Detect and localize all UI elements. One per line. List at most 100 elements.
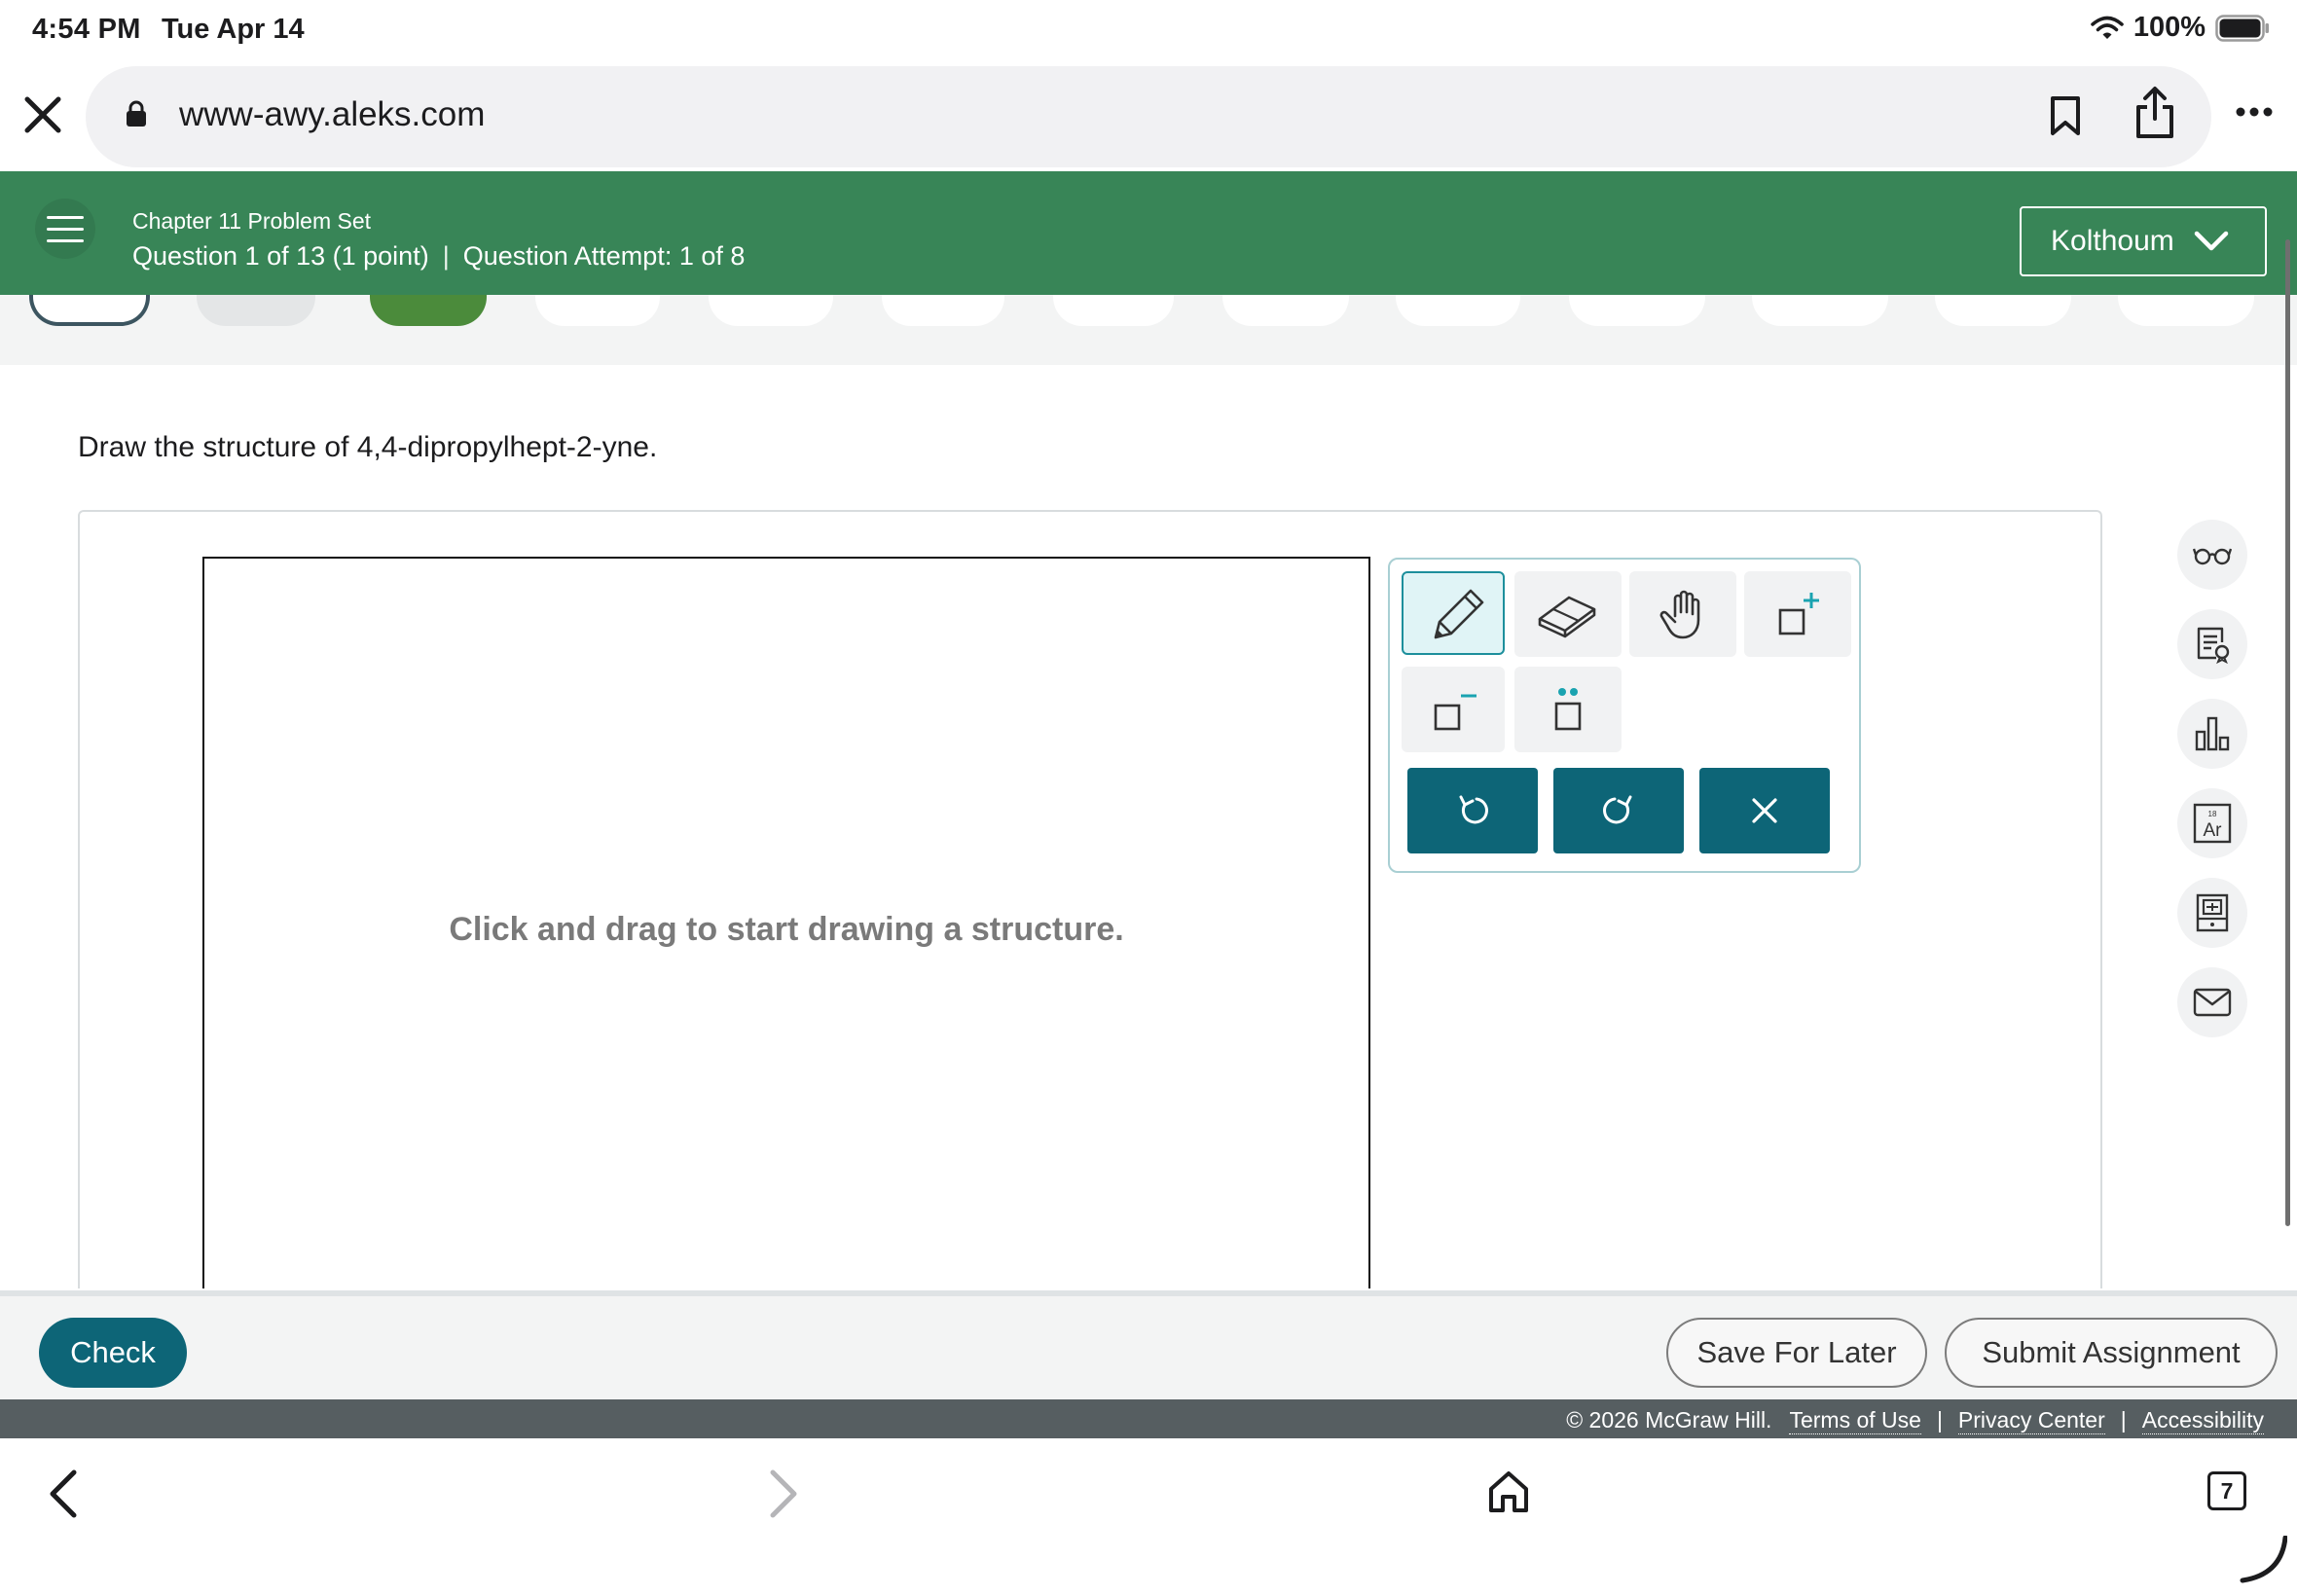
battery-icon <box>2215 14 2269 42</box>
status-date: Tue Apr 14 <box>162 14 305 45</box>
positive-charge-button[interactable] <box>1744 571 1851 657</box>
close-tab-button[interactable] <box>21 93 64 136</box>
footer-separator: | <box>1936 1407 1943 1433</box>
calculator-icon <box>2196 893 2229 932</box>
share-icon <box>2136 87 2173 138</box>
copyright-text: © 2026 McGraw Hill. <box>1566 1407 1772 1433</box>
status-right: 100% <box>2091 12 2270 44</box>
privacy-center-link[interactable]: Privacy Center <box>1957 1407 2105 1434</box>
menu-icon-line <box>47 216 84 219</box>
undo-button[interactable] <box>1407 768 1538 853</box>
menu-icon-line <box>47 239 84 242</box>
redo-button[interactable] <box>1553 768 1684 853</box>
pencil-icon <box>1434 589 1484 639</box>
calculator-button[interactable] <box>2177 878 2247 948</box>
drawing-toolbox <box>1388 558 1861 873</box>
mail-icon <box>2193 988 2232 1017</box>
question-tab[interactable] <box>535 295 660 326</box>
attempt-label: Question Attempt: 1 of 8 <box>462 241 746 271</box>
battery-percent: 100% <box>2133 12 2206 43</box>
mail-button[interactable] <box>2177 967 2247 1037</box>
question-label: Question 1 of 13 (1 point) <box>132 241 429 271</box>
periodic-table-button[interactable]: 18 Ar <box>2177 788 2247 858</box>
undo-icon <box>1459 795 1488 824</box>
more-button[interactable] <box>2235 105 2274 123</box>
eraser-icon <box>1538 596 1596 638</box>
close-icon <box>24 96 61 133</box>
problem-set-title: Chapter 11 Problem Set <box>132 208 372 234</box>
ellipsis-icon <box>2236 107 2273 117</box>
tabs-button[interactable]: 7 <box>2207 1471 2246 1510</box>
notes-icon <box>2197 627 2230 664</box>
save-for-later-button[interactable]: Save For Later <box>1666 1318 1927 1388</box>
notes-button[interactable] <box>2177 609 2247 679</box>
lone-pair-button[interactable] <box>1514 667 1622 752</box>
question-tab[interactable] <box>2118 295 2254 326</box>
terms-of-use-link[interactable]: Terms of Use <box>1789 1407 1921 1434</box>
question-tab[interactable] <box>1396 295 1520 326</box>
negative-charge-button[interactable] <box>1402 667 1505 752</box>
user-name: Kolthoum <box>2051 225 2174 257</box>
home-button[interactable] <box>1487 1469 1530 1519</box>
pencil-tool-button[interactable] <box>1402 571 1505 655</box>
footer-links: © 2026 McGraw Hill. Terms of Use | Priva… <box>1566 1407 2264 1434</box>
page-scrollbar[interactable] <box>2285 239 2290 1226</box>
negative-charge-icon <box>1434 694 1477 731</box>
wifi-icon <box>2091 16 2124 39</box>
lone-pair-icon <box>1554 688 1582 731</box>
clear-button[interactable] <box>1699 768 1830 853</box>
clear-icon <box>1752 798 1777 823</box>
question-tab[interactable] <box>370 295 487 326</box>
periodic-table-icon: 18 Ar <box>2193 803 2232 844</box>
status-time: 4:54 PM <box>32 14 141 45</box>
status-bar: 4:54 PM Tue Apr 14 100% <box>0 0 2297 64</box>
footer: © 2026 McGraw Hill. Terms of Use | Priva… <box>0 1399 2297 1438</box>
home-icon <box>1489 1471 1528 1512</box>
home-indicator-icon <box>2240 1536 2287 1583</box>
question-navigation <box>0 295 2297 365</box>
footer-separator: | <box>2120 1407 2127 1433</box>
question-tab[interactable] <box>29 295 150 326</box>
check-button[interactable]: Check <box>39 1318 187 1388</box>
bookmark-button[interactable] <box>2049 95 2082 141</box>
question-tab[interactable] <box>1569 295 1705 326</box>
submit-assignment-button[interactable]: Submit Assignment <box>1945 1318 2278 1388</box>
question-tab[interactable] <box>197 295 315 326</box>
chevron-down-icon <box>2194 231 2228 251</box>
question-tab[interactable] <box>1935 295 2071 326</box>
question-tab[interactable] <box>1053 295 1174 326</box>
question-tab[interactable] <box>1752 295 1888 326</box>
positive-charge-icon <box>1778 593 1819 635</box>
glasses-button[interactable] <box>2177 520 2247 590</box>
assignment-header: Chapter 11 Problem Set Question 1 of 13 … <box>0 171 2297 295</box>
periodic-number: 18 <box>2208 810 2217 818</box>
bookmark-icon <box>2051 96 2080 135</box>
share-button[interactable] <box>2134 86 2175 145</box>
back-button[interactable] <box>49 1469 78 1523</box>
question-tab[interactable] <box>1222 295 1349 326</box>
data-chart-button[interactable] <box>2177 699 2247 769</box>
menu-button[interactable] <box>35 199 95 259</box>
redo-icon <box>1603 795 1632 824</box>
action-bar: Check Save For Later Submit Assignment <box>0 1290 2297 1399</box>
periodic-symbol: Ar <box>2204 820 2223 841</box>
question-prompt: Draw the structure of 4,4-dipropylhept-2… <box>78 431 658 463</box>
lock-icon <box>127 100 146 127</box>
glasses-icon <box>2193 548 2232 565</box>
question-tab[interactable] <box>709 295 833 326</box>
question-tab[interactable] <box>882 295 1004 326</box>
chevron-left-icon <box>50 1469 77 1518</box>
user-menu-button[interactable]: Kolthoum <box>2020 206 2267 276</box>
drawing-canvas[interactable]: Click and drag to start drawing a struct… <box>202 557 1370 1288</box>
canvas-hint: Click and drag to start drawing a struct… <box>449 911 1124 948</box>
forward-button[interactable] <box>769 1469 798 1523</box>
eraser-tool-button[interactable] <box>1514 571 1622 657</box>
chevron-right-icon <box>770 1469 797 1518</box>
hand-icon <box>1659 590 1700 639</box>
accessibility-link[interactable]: Accessibility <box>2141 1407 2264 1434</box>
data-chart-icon <box>2195 716 2230 751</box>
header-separator: | <box>442 241 450 271</box>
hand-tool-button[interactable] <box>1629 571 1736 657</box>
url-text: www-awy.aleks.com <box>179 95 486 133</box>
address-bar[interactable]: www-awy.aleks.com <box>86 66 2211 167</box>
